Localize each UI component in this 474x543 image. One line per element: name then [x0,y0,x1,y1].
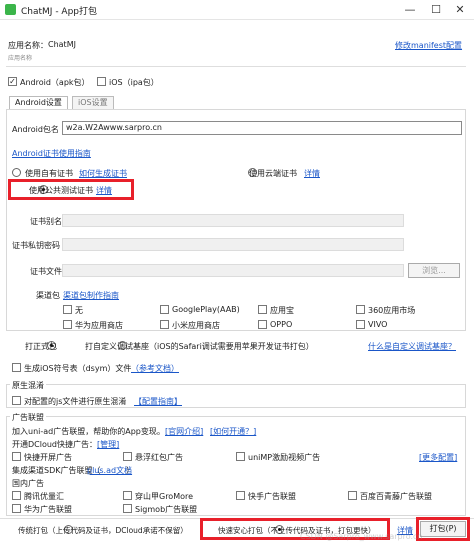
channel-checkbox[interactable] [258,305,267,314]
ad-official-intro-link[interactable]: [官网介绍] [165,426,203,437]
channel-checkbox[interactable] [356,305,365,314]
maximize-icon[interactable]: ☐ [428,2,444,18]
close-icon[interactable]: ✕ [452,2,468,18]
channel-label-oppo: OPPO [270,320,293,329]
ad-pangle-label: 穿山甲GroMore [135,492,194,501]
channel-label: 渠道包 [36,291,60,300]
cert-password-label: 证书私钥密码 [12,241,60,250]
android-checkbox-label: Android（apk包） [20,78,90,87]
channel-label-googleplay: GooglePlay(AAB) [172,305,240,314]
ad-alliance-desc: 加入uni-ad广告联盟，帮助你的App变现。 [12,427,165,436]
android-checkbox[interactable] [8,77,17,86]
ad-domestic-label: 国内广告 [12,479,44,488]
cert-public-details-link[interactable]: 详情 [96,185,112,196]
channel-label-vivo: VIVO [368,320,388,329]
app-name-value: ChatMJ [48,40,76,49]
channel-checkbox[interactable] [258,320,267,329]
ad-sdk-label-end: ） [126,466,134,475]
traditional-pack-label: 传统打包（上传代码及证书，DCloud承诺不保留） [18,526,188,535]
cert-own-radio[interactable] [12,168,21,177]
ad-checkbox[interactable] [123,504,132,513]
cert-own-label: 使用自有证书 [25,169,73,178]
channel-checkbox[interactable] [356,320,365,329]
ad-checkbox[interactable] [12,491,21,500]
ad-more-config-link[interactable]: [更多配置] [419,452,457,463]
obfuscation-section-title: 原生混淆 [10,380,46,391]
channel-label-360: 360应用市场 [368,306,416,315]
minimize-icon[interactable]: — [402,2,418,18]
ad-checkbox[interactable] [348,491,357,500]
ad-alliance-section-title: 广告联盟 [10,412,46,423]
app-name-note: 应用名称 [8,55,33,62]
csdn-watermark: CSDN @Sarpro_www.sarpro.cn [300,532,423,541]
ios-dsym-docs-link[interactable]: （参考文档） [131,363,179,374]
cert-file-label: 证书文件 [30,267,62,276]
formal-build-label: 打正式包 [25,342,57,351]
package-name-label: Android包名 [12,125,59,134]
ad-open-label: 开通DCloud快捷广告： [12,440,98,449]
obfuscation-label: 对配置的js文件进行原生混淆 [24,397,127,406]
cert-alias-label: 证书别名 [30,217,62,226]
cert-public-test-label: 使用公共测试证书 [29,186,93,195]
browse-button[interactable]: 浏览... [408,263,460,278]
package-name-input[interactable]: w2a.W2Awww.sarpro.cn [62,121,462,135]
ad-sigmob-label: Sigmob广告联盟 [135,505,198,514]
cert-alias-input[interactable] [62,214,404,227]
what-is-custom-base-link[interactable]: 什么是自定义调试基座？ [368,341,456,352]
ad-tencent-label: 腾讯优量汇 [24,492,64,501]
ad-baidu-label: 百度百青藤广告联盟 [360,492,432,501]
divider [6,66,466,67]
cert-cloud-details-link[interactable]: 详情 [304,168,320,179]
tab-android-settings[interactable]: Android设置 [9,96,68,109]
ios-dsym-label: 生成iOS符号表（dsym）文件 [24,364,132,373]
channel-label-xiaomi: 小米应用商店 [172,321,220,330]
ios-checkbox[interactable] [97,77,106,86]
pack-button[interactable]: 打包(P) [420,521,466,537]
cert-password-input[interactable] [62,238,404,251]
channel-checkbox[interactable] [63,305,72,314]
how-to-generate-cert-link[interactable]: 如何生成证书 [79,168,127,179]
channel-checkbox[interactable] [160,305,169,314]
channel-label-none: 无 [75,306,83,315]
obfuscation-checkbox[interactable] [12,396,21,405]
ad-unimp-video-label: uniMP激励视频广告 [248,453,321,462]
window-title: ChatMJ - App打包 [21,7,98,17]
custom-base-label: 打自定义调试基座（iOS的Safari调试需要用苹果开发证书打包） [85,342,314,351]
ios-checkbox-label: iOS（ipa包） [109,78,159,87]
ad-checkbox[interactable] [12,452,21,461]
modify-manifest-link[interactable]: 修改manifest配置 [395,40,462,51]
channel-label-yingyongbao: 应用宝 [270,306,294,315]
obfuscation-guide-link[interactable]: 【配置指南】 [134,396,182,407]
ad-how-to-open-link[interactable]: [如何开通？] [210,426,256,437]
ios-dsym-checkbox[interactable] [12,363,21,372]
ad-quick-splash-label: 快捷开屏广告 [24,453,72,462]
app-name-label: 应用名称： [8,41,48,50]
channel-label-huawei: 华为应用商店 [75,321,123,330]
ad-checkbox[interactable] [236,491,245,500]
hbuilder-app-icon [5,4,16,15]
cert-cloud-label: 使用云端证书 [249,169,297,178]
channel-checkbox[interactable] [63,320,72,329]
ad-checkbox[interactable] [236,452,245,461]
ad-kuaishou-label: 快手广告联盟 [248,492,296,501]
cert-file-input[interactable] [62,264,404,277]
tab-ios-settings[interactable]: iOS设置 [72,96,114,109]
ad-float-redpacket-label: 悬浮红包广告 [135,453,183,462]
ad-checkbox[interactable] [123,491,132,500]
channel-guide-link[interactable]: 渠道包制作指南 [63,290,119,301]
android-cert-guide-link[interactable]: Android证书使用指南 [12,148,91,159]
channel-checkbox[interactable] [160,320,169,329]
ad-huawei-label: 华为广告联盟 [24,505,72,514]
ad-checkbox[interactable] [123,452,132,461]
ad-checkbox[interactable] [12,504,21,513]
ad-manage-link[interactable]: [管理] [97,439,119,450]
